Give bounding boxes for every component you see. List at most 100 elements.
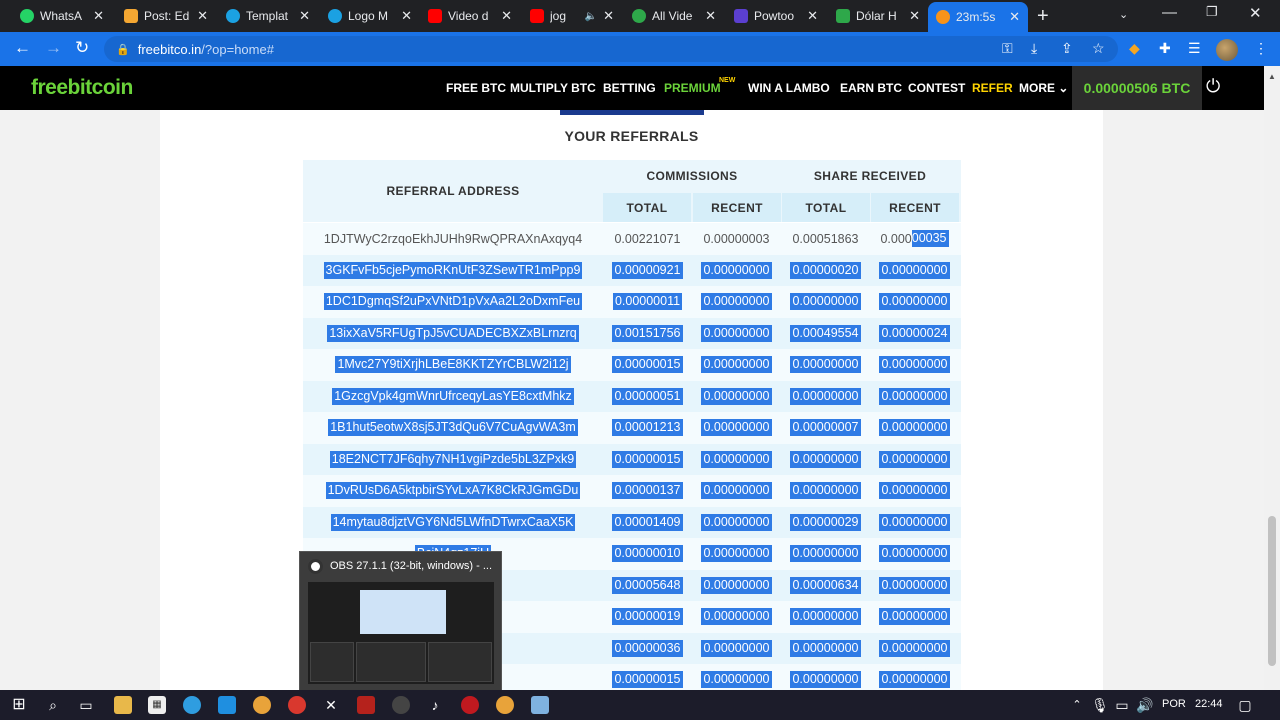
search-icon[interactable]: ⌕ xyxy=(44,696,62,714)
metamask-icon[interactable]: ◆ xyxy=(1129,40,1140,57)
tab-title: WhatsA xyxy=(40,9,83,23)
cell-text: 0.00000000 xyxy=(879,293,950,311)
obs-taskbar-icon[interactable] xyxy=(392,696,410,714)
minimize-button[interactable]: — xyxy=(1162,4,1177,21)
close-icon[interactable]: ✕ xyxy=(93,8,104,24)
clock[interactable]: 22:44 xyxy=(1195,698,1223,710)
nav-more[interactable]: MORE ⌄ xyxy=(1019,81,1068,95)
app-red-bar-icon[interactable] xyxy=(357,696,375,714)
page-scrollbar[interactable]: ▲ xyxy=(1264,66,1280,690)
close-icon[interactable]: ✕ xyxy=(401,8,412,24)
chrome-active-icon[interactable] xyxy=(496,696,514,714)
chevron-up-icon[interactable]: ⌃ xyxy=(1068,696,1086,714)
app-red-icon[interactable] xyxy=(288,696,306,714)
nav-premium[interactable]: PREMIUM xyxy=(664,81,721,95)
close-icon[interactable]: ✕ xyxy=(705,8,716,24)
cell-text: 0.00000000 xyxy=(701,639,772,657)
notepad-icon[interactable] xyxy=(531,696,549,714)
nav-multiply-btc[interactable]: MULTIPLY BTC xyxy=(510,81,596,95)
tiktok-icon[interactable]: ♪ xyxy=(426,696,444,714)
file-explorer-icon[interactable] xyxy=(114,696,132,714)
obs-scenes-panel xyxy=(310,642,354,682)
key-icon[interactable]: ⚿ xyxy=(1002,40,1013,57)
close-window-button[interactable]: ✕ xyxy=(1249,4,1262,22)
cell-text: 0.00000000 xyxy=(879,419,950,437)
cell-text: 0.00000000 xyxy=(701,293,772,311)
forward-button[interactable]: → xyxy=(45,38,62,58)
commission-total: 0.00001213 xyxy=(603,412,692,444)
nav-win-a-lambo[interactable]: WIN A LAMBO xyxy=(748,81,830,95)
cell-text: 0.00000000 xyxy=(879,608,950,626)
edge-icon[interactable] xyxy=(183,696,201,714)
cell-text: 1DC1DgmqSf2uPxVNtD1pVxAa2L2oDxmFeu xyxy=(323,293,583,311)
notifications-icon[interactable]: ▢ xyxy=(1236,696,1254,714)
tab-whatsapp[interactable]: WhatsA ✕ xyxy=(12,0,112,32)
close-icon[interactable]: ✕ xyxy=(603,8,614,24)
commission-recent: 0.00000000 xyxy=(692,381,781,413)
restore-button[interactable]: ❐ xyxy=(1206,4,1218,20)
cell-text: 1B1hut5eotwX8sj5JT3dQu6V7CuAgvWA3m xyxy=(328,419,578,437)
tab-video[interactable]: Video d ✕ xyxy=(420,0,520,32)
mail-icon[interactable] xyxy=(218,696,236,714)
referral-address: 1DJTWyC2rzqoEkhJUHh9RwQPRAXnAxqyq4 xyxy=(303,223,603,255)
nav-betting[interactable]: BETTING xyxy=(603,81,656,95)
commission-recent: 0.00000000 xyxy=(692,538,781,570)
volume-icon[interactable]: 🔊 xyxy=(1136,696,1154,714)
chrome-icon[interactable] xyxy=(253,696,271,714)
chevron-down-icon[interactable]: ⌄ xyxy=(1119,8,1128,21)
share-recent: 0.00000000 xyxy=(870,255,959,287)
nav-refer[interactable]: REFER xyxy=(972,81,1013,95)
lock-icon: 🔒 xyxy=(116,43,130,56)
task-view-icon[interactable]: ▭ xyxy=(77,696,95,714)
nav-contest[interactable]: CONTEST xyxy=(908,81,965,95)
cell-text: 18E2NCT7JF6qhy7NH1vgiPzde5bL3ZPxk9 xyxy=(329,450,577,468)
install-icon[interactable]: ⤓ xyxy=(1031,40,1037,57)
capcut-icon[interactable]: ✕ xyxy=(322,696,340,714)
tab-freebitcoin[interactable]: 23m:5s ✕ xyxy=(928,2,1028,32)
address-bar[interactable]: 🔒 freebitco.in/?op=home# xyxy=(104,36,1118,62)
windows-start-icon[interactable]: ⊞ xyxy=(10,696,28,714)
cell-text: 0.00000921 xyxy=(612,261,683,279)
close-icon[interactable]: ✕ xyxy=(197,8,208,24)
tab-all-videos[interactable]: All Vide ✕ xyxy=(624,0,724,32)
referral-address: 1GzcgVpk4gmWnrUfrceqyLasYE8cxtMhkz xyxy=(303,381,603,413)
back-button[interactable]: ← xyxy=(14,38,31,58)
new-tab-button[interactable]: + xyxy=(1037,6,1049,26)
store-icon[interactable]: ▦ xyxy=(148,696,166,714)
close-icon[interactable]: ✕ xyxy=(909,8,920,24)
microphone-icon[interactable]: 🎙 xyxy=(1091,696,1109,714)
speaker-icon[interactable]: 🔈 xyxy=(585,11,597,22)
profile-avatar[interactable] xyxy=(1216,39,1238,61)
tab-dolar[interactable]: Dólar H ✕ xyxy=(828,0,928,32)
cell-text: 0.00000000 xyxy=(701,261,772,279)
browser-toolbar: ← → ↻ 🔒 freebitco.in/?op=home# ⚿ ⤓ ⇪ ☆ ◆… xyxy=(0,32,1280,66)
close-icon[interactable]: ✕ xyxy=(501,8,512,24)
tab-jog[interactable]: jog 🔈 ✕ xyxy=(522,0,622,32)
cell-text: 0.00000051 xyxy=(612,387,683,405)
extensions-icon[interactable]: ✚ xyxy=(1159,40,1171,57)
cell-text: 0.00051863 xyxy=(792,231,859,246)
language-indicator[interactable]: POR xyxy=(1162,698,1186,710)
app-circle-red-icon[interactable] xyxy=(461,696,479,714)
commission-total: 0.00000036 xyxy=(603,633,692,665)
reload-button[interactable]: ↻ xyxy=(75,38,89,58)
share-icon[interactable]: ⇪ xyxy=(1061,40,1073,57)
nav-free-btc[interactable]: FREE BTC xyxy=(446,81,506,95)
network-icon[interactable]: ▭ xyxy=(1113,696,1131,714)
close-icon[interactable]: ✕ xyxy=(1009,9,1020,25)
nav-earn-btc[interactable]: EARN BTC xyxy=(840,81,902,95)
tab-post-edit[interactable]: Post: Ed ✕ xyxy=(116,0,216,32)
menu-dots-icon[interactable]: ⋮ xyxy=(1254,40,1268,57)
tab-template[interactable]: Templat ✕ xyxy=(218,0,318,32)
obs-taskbar-preview[interactable]: OBS 27.1.1 (32-bit, windows) - ... xyxy=(299,551,502,691)
close-icon[interactable]: ✕ xyxy=(299,8,310,24)
power-icon[interactable]: ⏻ xyxy=(1206,76,1220,97)
tab-logo[interactable]: Logo M ✕ xyxy=(320,0,420,32)
tab-powtoon[interactable]: Powtoo ✕ xyxy=(726,0,826,32)
bookmark-star-icon[interactable]: ☆ xyxy=(1092,40,1105,57)
site-logo[interactable]: freebitcoin xyxy=(31,76,133,100)
reading-list-icon[interactable]: ☰ xyxy=(1188,40,1201,57)
scrollbar-thumb[interactable] xyxy=(1268,516,1276,666)
close-icon[interactable]: ✕ xyxy=(807,8,818,24)
scroll-up-arrow-icon[interactable]: ▲ xyxy=(1268,72,1276,81)
